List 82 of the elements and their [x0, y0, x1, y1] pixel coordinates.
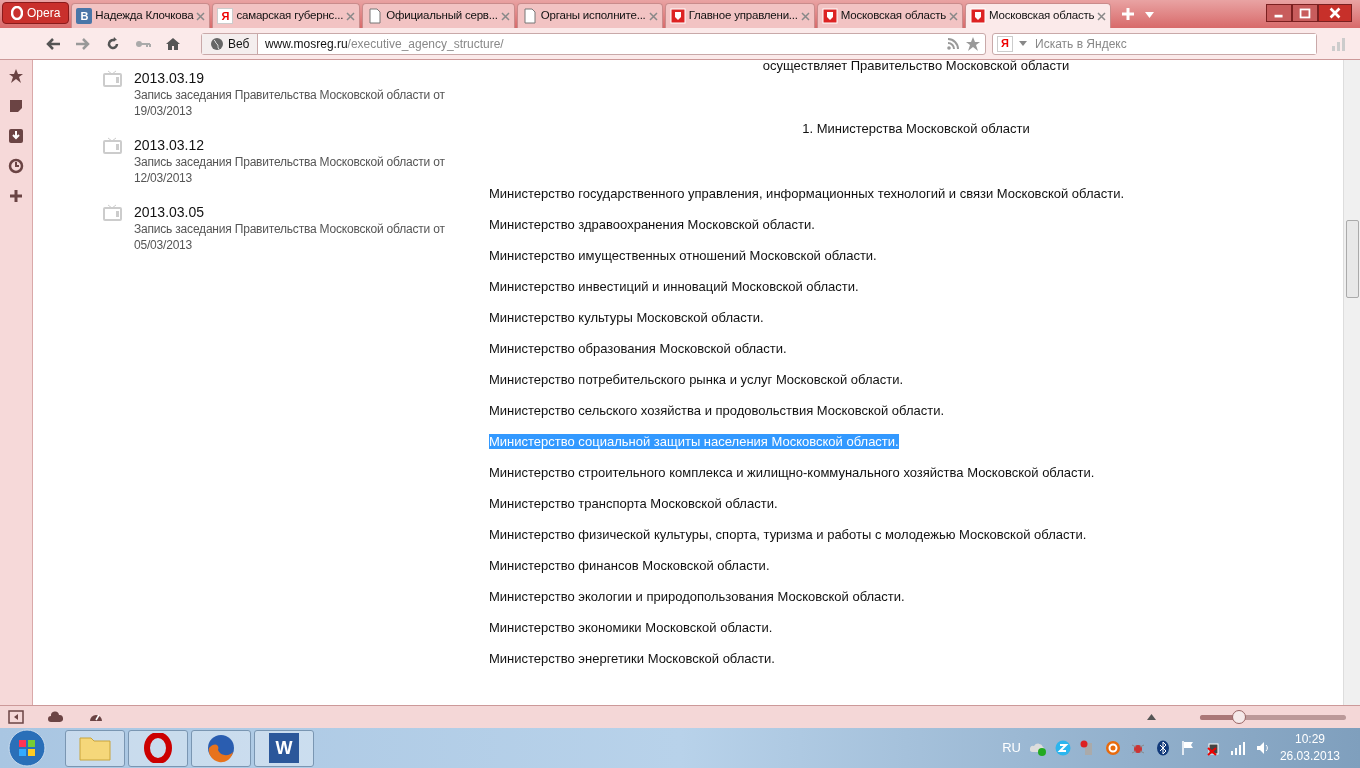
ministry-item: Министерство физической культуры, спорта, туризма и работы с молодежью Московской области.	[489, 526, 1087, 542]
minimize-icon[interactable]	[1266, 4, 1292, 22]
ministry-item: Министерство социальной защиты населения Московской области.	[489, 433, 899, 449]
note-icon[interactable]	[8, 98, 24, 114]
yandex-logo-icon: Я	[997, 35, 1013, 52]
cloud-icon[interactable]	[48, 709, 64, 725]
search-field[interactable]: Я Искать в Яндекс	[992, 32, 1317, 55]
ministry-item: Министерство сельского хозяйства и продовольствия Московской области.	[489, 402, 945, 418]
clock-icon[interactable]	[8, 158, 24, 174]
globe-icon	[210, 36, 224, 51]
coat-of-arms-icon	[970, 8, 987, 24]
tv-icon	[103, 137, 122, 154]
section-heading: 1. Министерства Московской области	[801, 120, 1031, 138]
url-text: www.mosreg.ru/executive_agency_structure/	[264, 35, 504, 53]
opera-logo-icon[interactable]	[143, 733, 173, 763]
news-date: 2013.03.12	[134, 137, 206, 154]
dropdown-icon[interactable]	[1145, 12, 1155, 18]
dropdown-icon[interactable]	[1019, 41, 1027, 46]
ministry-item: Министерство инвестиций и инноваций Московской области.	[489, 278, 859, 294]
intro-text: осуществляет Правительство Московской области	[761, 59, 1071, 73]
ministry-item: Министерство культуры Московской области.	[489, 309, 764, 325]
close-icon[interactable]	[1318, 4, 1352, 22]
news-link[interactable]: Запись заседания Правительства Московской области от 19/03/2013	[134, 87, 474, 119]
browser-tab[interactable]: Московская область	[816, 3, 964, 28]
tv-icon	[103, 204, 122, 221]
bluetooth-icon[interactable]	[1154, 740, 1171, 756]
ministry-item: Министерство экологии и природопользования Московской области.	[489, 588, 905, 604]
rss-icon[interactable]	[947, 37, 959, 50]
ministry-item: Министерство транспорта Московской области.	[489, 495, 778, 511]
caret-up-icon[interactable]	[1147, 714, 1156, 720]
new-tab-icon[interactable]	[1121, 7, 1136, 21]
windows-start-icon[interactable]	[8, 729, 46, 767]
browser-tab[interactable]: Я самарская губернс...	[212, 3, 361, 28]
opera-logo-icon	[11, 6, 23, 20]
ministry-item: Министерство энергетики Московской области.	[489, 650, 775, 666]
panel-toggle-icon[interactable]	[8, 709, 24, 725]
signal-icon	[1331, 35, 1347, 52]
star-icon[interactable]	[965, 35, 981, 52]
browser-tab[interactable]: Органы исполните...	[516, 3, 663, 28]
tv-icon	[103, 70, 122, 87]
page-icon	[367, 8, 384, 24]
page-icon	[521, 8, 538, 24]
reload-icon[interactable]	[105, 35, 121, 52]
browser-tab[interactable]: В Надежда Клочкова	[71, 3, 211, 28]
maximize-icon[interactable]	[1292, 4, 1318, 22]
zoom-slider-thumb[interactable]	[1232, 709, 1247, 724]
ministry-item: Министерство потребительского рынка и услуг Московской области.	[489, 371, 904, 387]
news-date: 2013.03.05	[134, 204, 206, 221]
coat-of-arms-icon	[821, 8, 838, 24]
browser-tab[interactable]: Официальный серв...	[362, 3, 515, 28]
ministry-item: Министерство государственного управления, информационных технологий и связи Московской области.	[489, 185, 1125, 201]
back-icon[interactable]	[45, 35, 61, 52]
browser-tab[interactable]: Главное управлени...	[664, 3, 815, 28]
forward-icon[interactable]	[75, 35, 91, 52]
home-icon[interactable]	[165, 35, 181, 52]
ministry-item: Министерство экономики Московской области.	[489, 619, 773, 635]
vk-logo-icon: В	[76, 8, 93, 24]
news-link[interactable]: Запись заседания Правительства Московской области от 12/03/2013	[134, 154, 474, 186]
signal-bars-icon[interactable]	[1229, 740, 1246, 756]
coat-of-arms-icon	[669, 8, 686, 24]
ministry-item: Министерство строительного комплекса и жилищно-коммунального хозяйства Московской области.	[489, 464, 1095, 480]
ministry-item: Министерство образования Московской области.	[489, 340, 787, 356]
flag-icon[interactable]	[1179, 740, 1196, 756]
star-icon[interactable]	[8, 68, 24, 84]
address-bar[interactable]: Веб www.mosreg.ru/executive_agency_structure/	[201, 32, 986, 55]
speaker-icon[interactable]	[1254, 740, 1271, 756]
news-date: 2013.03.19	[134, 70, 206, 87]
web-badge[interactable]: Веб	[202, 33, 259, 54]
z-logo-icon[interactable]	[1054, 740, 1071, 756]
opera-menu-button[interactable]: Opera	[2, 2, 70, 24]
browser-tab[interactable]: Московская область	[965, 3, 1112, 28]
ministry-item: Министерство имущественных отношений Московской области.	[489, 247, 877, 263]
word-logo-icon[interactable]: W	[269, 733, 299, 763]
yandex-logo-icon: Я	[217, 8, 234, 24]
plus-icon[interactable]	[8, 188, 24, 204]
ministry-item: Министерство финансов Московской области.	[489, 557, 770, 573]
ring-logo-icon[interactable]	[1104, 740, 1121, 756]
ministry-item: Министерство здравоохранения Московской области.	[489, 216, 815, 232]
news-link[interactable]: Запись заседания Правительства Московской области от 05/03/2013	[134, 221, 474, 253]
scrollbar-thumb[interactable]	[1345, 220, 1359, 298]
firefox-logo-icon[interactable]	[206, 733, 236, 763]
download-icon[interactable]	[8, 128, 24, 144]
